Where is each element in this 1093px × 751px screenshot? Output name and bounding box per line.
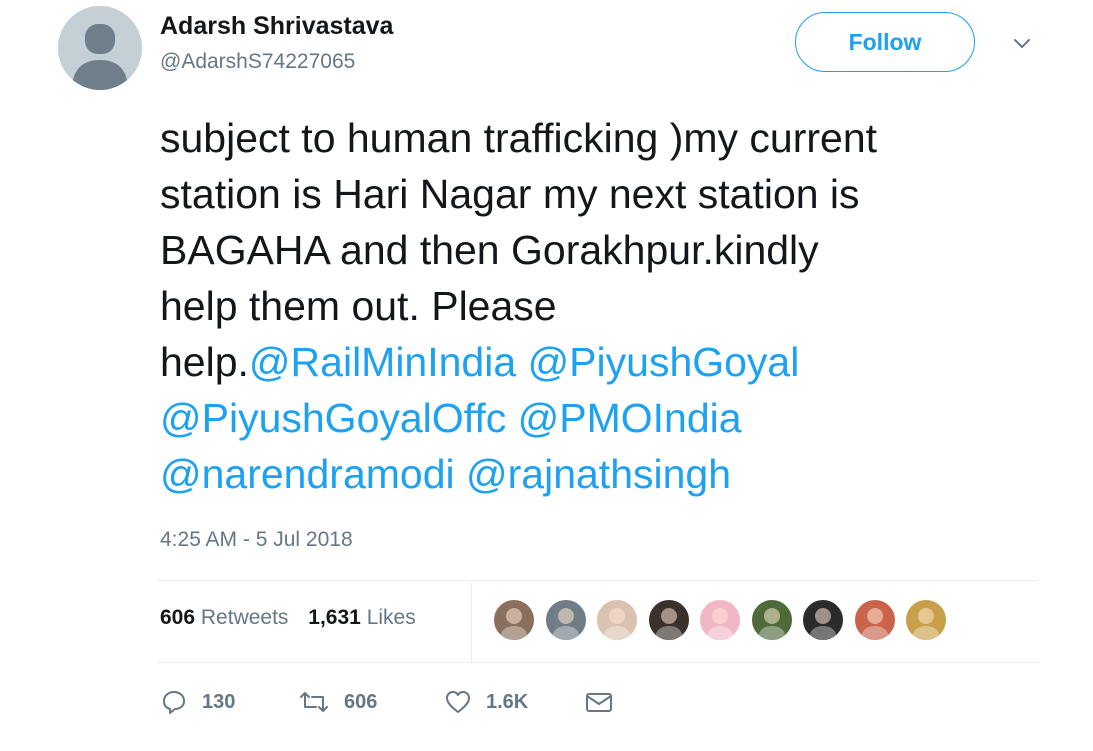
reply-count: 130 bbox=[202, 690, 236, 713]
direct-message-action[interactable] bbox=[584, 684, 614, 720]
mention-link[interactable]: @PiyushGoyalOffc bbox=[160, 395, 506, 441]
tweet-text-line: @narendramodi @rajnathsingh bbox=[160, 446, 1060, 502]
likes-stat[interactable]: 1,631 Likes bbox=[308, 606, 415, 629]
tweet-timestamp[interactable]: 4:25 AM - 5 Jul 2018 bbox=[160, 528, 353, 552]
retweet-action[interactable]: 606 bbox=[298, 684, 377, 720]
mention-link[interactable]: @RailMinIndia bbox=[249, 339, 516, 385]
stats-separator bbox=[471, 582, 472, 662]
tweet-stats: 606 Retweets 1,631 Likes bbox=[160, 606, 430, 630]
tweet-text-segment bbox=[506, 395, 517, 441]
user-handle[interactable]: @AdarshS74227065 bbox=[160, 50, 355, 74]
reply-icon bbox=[163, 691, 185, 714]
tweet-text-segment: station is Hari Nagar my next station is bbox=[160, 171, 860, 217]
divider bbox=[158, 580, 1038, 581]
tweet-text-line: BAGAHA and then Gorakhpur.kindly bbox=[160, 222, 1060, 278]
tweet-text-segment: subject to human trafficking )my current bbox=[160, 115, 878, 161]
tweet-text-line: help.@RailMinIndia @PiyushGoyal bbox=[160, 334, 1060, 390]
retweet-icon bbox=[300, 692, 328, 712]
retweet-count: 606 bbox=[344, 690, 378, 713]
liker-avatar-5[interactable] bbox=[698, 598, 742, 642]
liker-avatar-7[interactable] bbox=[801, 598, 845, 642]
tweet-text-line: subject to human trafficking )my current bbox=[160, 110, 1060, 166]
retweets-count: 606 bbox=[160, 606, 196, 629]
mention-link[interactable]: @narendramodi bbox=[160, 451, 455, 497]
likes-count: 1,631 bbox=[308, 606, 361, 629]
retweets-label: Retweets bbox=[200, 606, 289, 629]
tweet-text-line: @PiyushGoyalOffc @PMOIndia bbox=[160, 390, 1060, 446]
tweet-text-segment: help. bbox=[160, 339, 249, 385]
mention-link[interactable]: @PiyushGoyal bbox=[528, 339, 800, 385]
liker-avatar-2[interactable] bbox=[543, 598, 588, 642]
tweet-text-line: station is Hari Nagar my next station is bbox=[160, 166, 1060, 222]
divider bbox=[158, 662, 1038, 663]
liker-avatar-9[interactable] bbox=[904, 598, 948, 642]
tweet-text-line: help them out. Please bbox=[160, 278, 1060, 334]
like-action[interactable]: 1.6K bbox=[444, 684, 528, 720]
heart-icon bbox=[446, 691, 470, 713]
liker-avatar-4[interactable] bbox=[646, 598, 691, 642]
tweet-text: subject to human trafficking )my current… bbox=[160, 110, 1060, 502]
tweet-text-segment bbox=[516, 339, 527, 385]
likes-label: Likes bbox=[366, 606, 416, 629]
tweet-text-segment bbox=[455, 451, 466, 497]
liker-avatar-6[interactable] bbox=[749, 598, 794, 642]
tweet-text-segment: BAGAHA and then Gorakhpur.kindly bbox=[160, 227, 819, 273]
mention-link[interactable]: @rajnathsingh bbox=[466, 451, 731, 497]
follow-button[interactable]: Follow bbox=[795, 12, 975, 72]
chevron-down-icon[interactable] bbox=[1010, 34, 1034, 54]
liker-avatar-3[interactable] bbox=[595, 598, 639, 642]
tweet-text-segment: help them out. Please bbox=[160, 283, 557, 329]
mention-link[interactable]: @PMOIndia bbox=[518, 395, 742, 441]
retweets-stat[interactable]: 606 Retweets bbox=[160, 606, 288, 629]
user-name[interactable]: Adarsh Shrivastava bbox=[160, 12, 393, 41]
reply-action[interactable]: 130 bbox=[160, 684, 235, 720]
liker-avatar-8[interactable] bbox=[852, 598, 897, 642]
liker-avatar-1[interactable] bbox=[492, 598, 536, 642]
envelope-icon bbox=[586, 693, 612, 712]
default-profile-icon bbox=[58, 6, 142, 90]
user-avatar[interactable] bbox=[58, 6, 142, 90]
like-count: 1.6K bbox=[486, 690, 529, 713]
